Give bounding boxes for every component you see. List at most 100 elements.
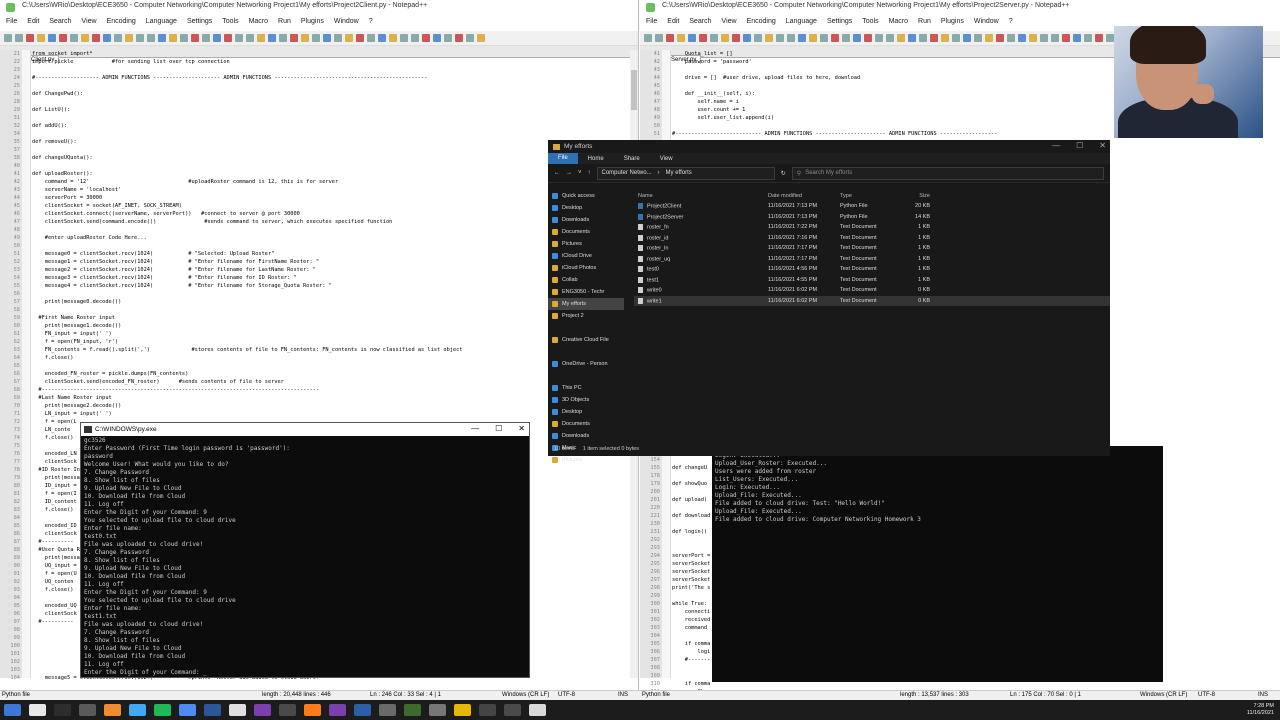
toolbar-button-icon[interactable] [1040,34,1048,42]
menu-item-macro[interactable]: Macro [889,18,908,29]
ribbon-tab-file[interactable]: File [548,153,578,164]
nav-item[interactable]: 3D Objects [548,394,624,406]
toolbar-button-icon[interactable] [897,34,905,42]
windows-start-icon[interactable] [4,704,21,716]
client-console-output[interactable]: gc3526 Enter Password (First Time login … [81,436,529,678]
breadcrumb-current[interactable]: My efforts [666,170,692,176]
toolbar-button-icon[interactable] [356,34,364,42]
taskbar-app-icon[interactable] [129,704,146,716]
column-header-type[interactable]: Type [840,193,900,199]
menu-item-settings[interactable]: Settings [827,18,852,29]
refresh-icon[interactable]: ↻ [781,170,786,177]
menu-item-file[interactable]: File [6,18,17,29]
menu-item-language[interactable]: Language [146,18,177,29]
file-name-cell[interactable]: roster_id [634,234,768,241]
menu-item-search[interactable]: Search [49,18,71,29]
breadcrumb-parent[interactable]: Computer Netwo... [602,170,652,176]
client-toolbar[interactable] [0,31,638,46]
ribbon-tab-share[interactable]: Share [614,156,650,162]
menu-item-tools[interactable]: Tools [222,18,238,29]
toolbar-button-icon[interactable] [688,34,696,42]
toolbar-button-icon[interactable] [147,34,155,42]
system-clock[interactable]: 7:28 PM 11/16/2021 [1247,703,1280,717]
column-header-size[interactable]: Size [900,193,930,199]
menu-item-window[interactable]: Window [334,18,359,29]
toolbar-button-icon[interactable] [1095,34,1103,42]
toolbar-button-icon[interactable] [1018,34,1026,42]
close-icon[interactable]: ✕ [518,424,525,433]
file-list-header[interactable]: Name Date modified Type Size [634,190,1110,201]
toolbar-button-icon[interactable] [765,34,773,42]
menu-item-settings[interactable]: Settings [187,18,212,29]
taskbar-app-icon[interactable] [404,704,421,716]
nav-item[interactable]: My efforts [548,298,624,310]
console-titlebar[interactable]: C:\WINDOWS\py.exe — ☐ ✕ [81,423,529,436]
toolbar-button-icon[interactable] [455,34,463,42]
toolbar-button-icon[interactable] [70,34,78,42]
toolbar-button-icon[interactable] [952,34,960,42]
chevron-down-icon[interactable]: ˅ [578,170,582,176]
toolbar-button-icon[interactable] [422,34,430,42]
toolbar-button-icon[interactable] [37,34,45,42]
toolbar-button-icon[interactable] [92,34,100,42]
taskbar-app-icon[interactable] [354,704,371,716]
toolbar-button-icon[interactable] [776,34,784,42]
file-list[interactable]: Name Date modified Type Size Project2Client… [634,190,1110,442]
toolbar-button-icon[interactable] [477,34,485,42]
server-console-output[interactable]: Login: Executed... Upload_User_Roster: E… [712,446,1163,682]
menu-item-edit[interactable]: Edit [667,18,679,29]
nav-item[interactable] [548,346,624,358]
nav-item[interactable]: iCloud Drive [548,250,624,262]
toolbar-button-icon[interactable] [26,34,34,42]
taskbar-app-icon[interactable] [529,704,546,716]
toolbar-button-icon[interactable] [831,34,839,42]
toolbar-button-icon[interactable] [81,34,89,42]
file-name-cell[interactable]: Project2Client [634,203,768,209]
nav-item[interactable]: Desktop [548,406,624,418]
menu-item-[interactable]: ? [369,18,373,29]
toolbar-button-icon[interactable] [864,34,872,42]
up-arrow-icon[interactable]: ↑ [588,170,591,176]
menu-item-encoding[interactable]: Encoding [107,18,136,29]
toolbar-button-icon[interactable] [820,34,828,42]
toolbar-button-icon[interactable] [202,34,210,42]
file-name-cell[interactable]: Project2Server [634,213,768,220]
menu-item-view[interactable]: View [82,18,97,29]
nav-item[interactable]: Quick access [548,190,624,202]
taskbar-app-icon[interactable] [254,704,271,716]
toolbar-button-icon[interactable] [974,34,982,42]
toolbar-button-icon[interactable] [798,34,806,42]
toolbar-button-icon[interactable] [655,34,663,42]
nav-item[interactable]: ENG3050 - Techr [548,286,624,298]
toolbar-button-icon[interactable] [919,34,927,42]
menu-item-tools[interactable]: Tools [862,18,878,29]
file-name-cell[interactable]: roster_fn [634,224,768,230]
ribbon-tab-home[interactable]: Home [578,156,614,162]
menu-item-plugins[interactable]: Plugins [941,18,964,29]
toolbar-button-icon[interactable] [224,34,232,42]
file-row[interactable]: roster_id 11/16/2021 7:16 PM Text Document… [634,233,1110,244]
toolbar-button-icon[interactable] [754,34,762,42]
toolbar-button-icon[interactable] [985,34,993,42]
menu-item-window[interactable]: Window [974,18,999,29]
toolbar-button-icon[interactable] [268,34,276,42]
toolbar-button-icon[interactable] [114,34,122,42]
nav-item[interactable] [548,322,624,334]
explorer-titlebar[interactable]: My efforts — ☐ ✕ [548,140,1110,153]
toolbar-button-icon[interactable] [59,34,67,42]
nav-item[interactable]: OneDrive - Person [548,358,624,370]
file-row[interactable]: roster_uq 11/16/2021 7:17 PM Text Document… [634,254,1110,265]
menu-item-file[interactable]: File [646,18,657,29]
toolbar-button-icon[interactable] [743,34,751,42]
file-row[interactable]: roster_ln 11/16/2021 7:17 PM Text Document… [634,243,1110,254]
toolbar-button-icon[interactable] [257,34,265,42]
toolbar-button-icon[interactable] [1007,34,1015,42]
file-explorer-window[interactable]: My efforts — ☐ ✕ File Home Share View ← → ˅… [548,140,1110,463]
nav-item[interactable]: Downloads [548,214,624,226]
toolbar-button-icon[interactable] [180,34,188,42]
toolbar-button-icon[interactable] [787,34,795,42]
toolbar-button-icon[interactable] [699,34,707,42]
ribbon-tab-view[interactable]: View [650,156,683,162]
maximize-icon[interactable]: ☐ [495,424,502,433]
menu-item-search[interactable]: Search [689,18,711,29]
